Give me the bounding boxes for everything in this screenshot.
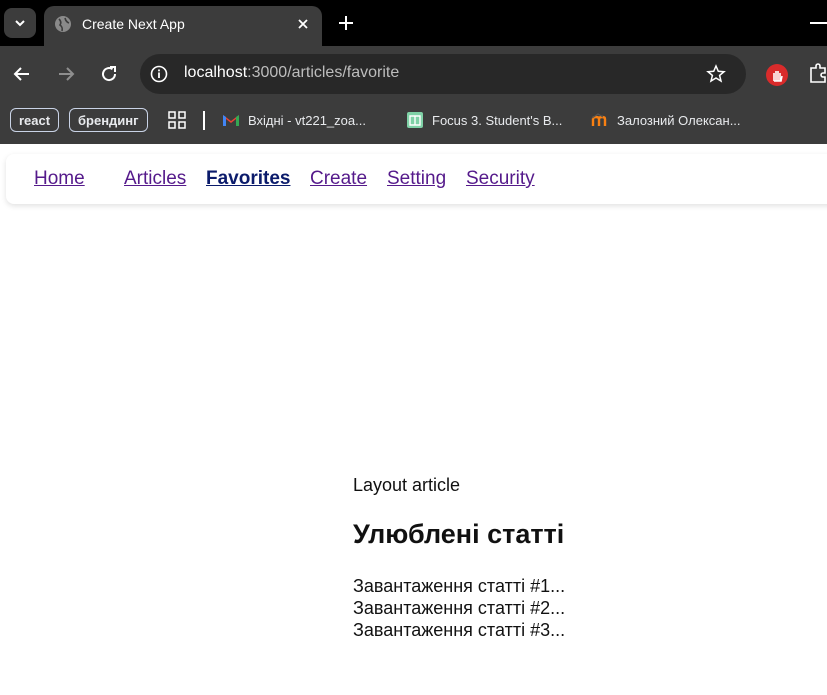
url-text[interactable]: localhost:3000/articles/favorite (184, 64, 399, 82)
list-item: Завантаження статті #1... (353, 576, 566, 596)
adblock-icon (773, 71, 783, 82)
bookmark-moodle[interactable]: Залозний Олексан... (591, 109, 741, 131)
url-path: :3000/articles/favorite (247, 64, 400, 81)
close-icon (298, 19, 308, 29)
article-loading-list: Завантаження статті #1... Завантаження с… (353, 575, 813, 641)
bookmark-gmail[interactable]: Вхідні - vt221_zoa... (222, 109, 366, 131)
reload-button[interactable] (95, 60, 123, 88)
list-item: Завантаження статті #2... (353, 598, 566, 618)
main-content: Layout article Улюблені статті Завантаже… (353, 474, 813, 641)
active-tab[interactable]: Create Next App (44, 6, 322, 46)
bookmark-chip-branding[interactable]: брендинг (69, 108, 148, 132)
address-bar[interactable]: localhost:3000/articles/favorite (140, 54, 746, 94)
bookmarks-bar: react брендинг Вхідні - vt221_zoa... Foc… (0, 102, 827, 144)
nav-link-home[interactable]: Home (34, 168, 85, 190)
nav-link-articles[interactable]: Articles (124, 168, 186, 190)
arrow-left-icon (13, 67, 29, 81)
forward-button[interactable] (52, 60, 80, 88)
bookmark-gmail-label: Вхідні - vt221_zoa... (248, 112, 366, 128)
bookmark-focus-label: Focus 3. Student's B... (432, 112, 563, 128)
list-item: Завантаження статті #3... (353, 620, 566, 640)
site-navbar: Home Articles Favorites Create Setting S… (6, 154, 827, 204)
bookmark-chip-react[interactable]: react (10, 108, 60, 132)
adblock-extension-button[interactable] (766, 64, 788, 86)
arrow-right-icon (59, 67, 75, 81)
book-icon (407, 112, 423, 128)
reload-icon (102, 66, 117, 82)
new-tab-button[interactable] (334, 11, 358, 35)
browser-toolbar: localhost:3000/articles/favorite (0, 46, 827, 102)
tab-title: Create Next App (82, 16, 185, 32)
globe-icon (55, 16, 71, 32)
nav-link-create[interactable]: Create (310, 168, 367, 190)
bookmark-focus[interactable]: Focus 3. Student's B... (406, 109, 562, 131)
bookmark-moodle-label: Залозний Олексан... (617, 112, 741, 128)
bookmark-separator (203, 111, 205, 130)
nav-link-favorites[interactable]: Favorites (206, 168, 290, 190)
page-viewport: Home Articles Favorites Create Setting S… (0, 144, 827, 695)
back-button[interactable] (8, 60, 36, 88)
layout-label: Layout article (353, 475, 461, 495)
nav-link-security[interactable]: Security (466, 168, 535, 190)
puzzle-icon[interactable] (808, 62, 827, 86)
tab-close-button[interactable] (294, 15, 312, 33)
plus-icon (339, 16, 353, 30)
gmail-icon (223, 115, 239, 126)
moodle-icon (591, 113, 607, 126)
nav-link-setting[interactable]: Setting (387, 168, 446, 190)
tab-strip: Create Next App (0, 0, 827, 46)
window-minimize-button[interactable] (810, 22, 827, 24)
chevron-down-icon (15, 20, 25, 27)
star-icon[interactable] (706, 64, 726, 84)
tab-search-button[interactable] (4, 8, 36, 38)
url-host: localhost (184, 64, 248, 81)
info-icon[interactable] (150, 65, 168, 83)
page-title: Улюблені статті (353, 519, 565, 549)
apps-grid-icon[interactable] (168, 111, 186, 129)
